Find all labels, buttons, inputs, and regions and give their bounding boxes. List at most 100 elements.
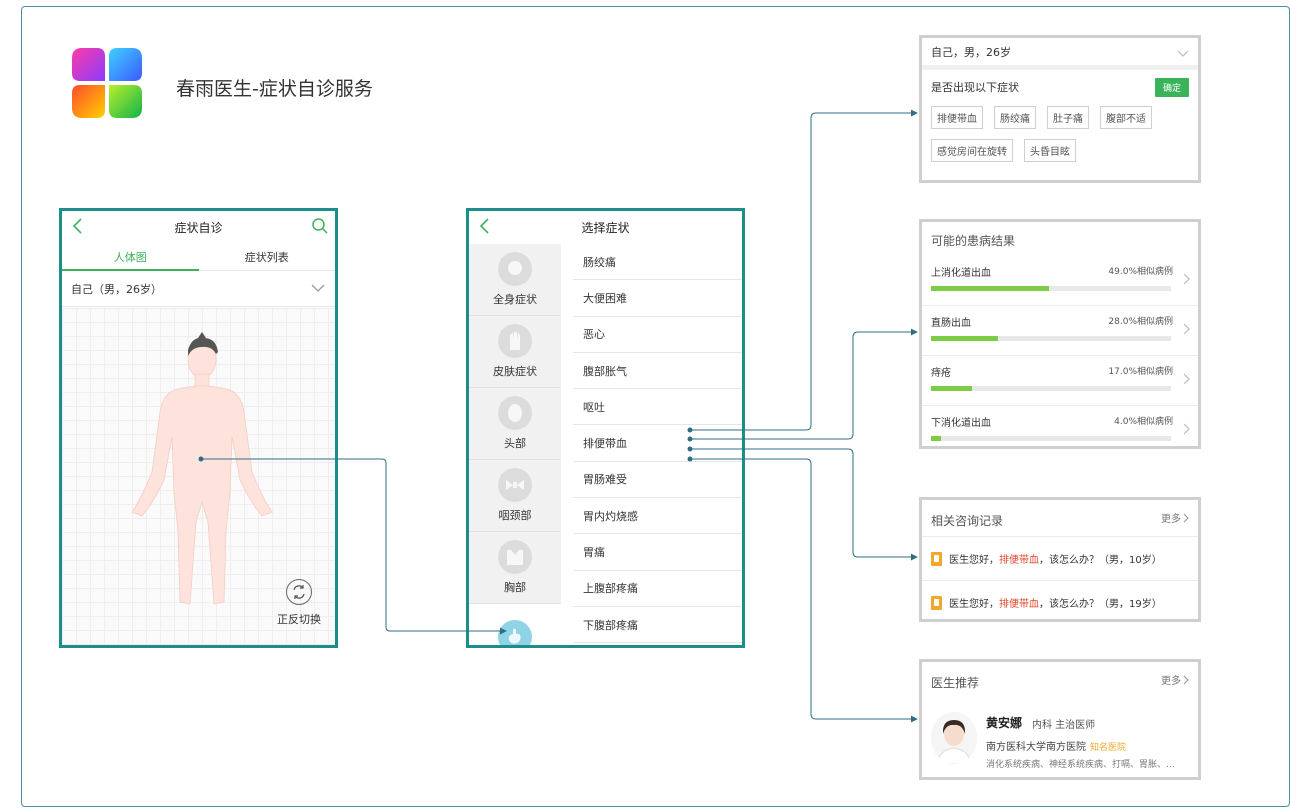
chevron-down-icon xyxy=(1177,50,1189,57)
symptom-item[interactable]: 恶心 xyxy=(573,317,742,353)
symptom-chip[interactable]: 肠绞痛 xyxy=(994,106,1036,129)
profile-label: 自己，男，26岁 xyxy=(931,45,1011,59)
consult-post: ，该怎么办？（男，10岁） xyxy=(1039,555,1162,566)
chevron-right-icon xyxy=(1183,273,1190,285)
card-title: 可能的患病结果 xyxy=(931,234,1016,248)
human-body-figure[interactable] xyxy=(122,332,282,622)
swap-icon xyxy=(286,579,312,605)
category-label: 皮肤症状 xyxy=(493,365,537,378)
doctor-item[interactable]: 黄安娜 内科 主治医师 南方医科大学南方医院 知名医院 消化系统疾病、神经系统疾病… xyxy=(922,698,1198,777)
progress-fill xyxy=(931,436,941,441)
consult-highlight: 排便带血 xyxy=(999,599,1039,610)
symptom-chips: 排便带血 肠绞痛 肚子痛 腹部不适 感觉房间在旋转 头昏目眩 xyxy=(922,104,1192,172)
doctor-name: 黄安娜 xyxy=(986,716,1023,730)
back-arrow-icon[interactable] xyxy=(70,216,88,236)
card-header: 医生推荐 更多 xyxy=(922,662,1198,698)
progress-track xyxy=(931,336,1171,341)
symptom-item[interactable]: 腹部胀气 xyxy=(573,353,742,390)
category-chest[interactable]: 胸部 xyxy=(469,532,561,604)
question-label: 是否出现以下症状 xyxy=(931,81,1019,94)
screen-title: 选择症状 xyxy=(581,220,630,235)
more-link[interactable]: 更多 xyxy=(1161,510,1189,525)
stomach-icon xyxy=(498,620,532,645)
chevron-right-icon xyxy=(1183,423,1190,435)
screen-select-symptom: 选择症状 全身症状 皮肤症状 头部 咽颈部 胸部 肠绞痛 大便困难 恶心 腹部胀… xyxy=(466,208,745,648)
card-consult-records: 相关咨询记录 更多 医生您好， 排便带血 ，该怎么办？（男，10岁） 医生您好， 排便… xyxy=(919,497,1201,622)
tab-body-map[interactable]: 人体图 xyxy=(62,243,199,271)
consult-highlight: 排便带血 xyxy=(999,555,1039,566)
question-row: 是否出现以下症状 确定 xyxy=(922,70,1198,104)
body-map-canvas[interactable]: 正反切换 xyxy=(62,308,335,645)
card-symptom-confirm: 自己，男，26岁 是否出现以下症状 确定 排便带血 肠绞痛 肚子痛 腹部不适 感… xyxy=(919,35,1201,183)
disease-row[interactable]: 痔疮 17.0%相似病例 xyxy=(922,356,1198,406)
doctor-dept-title: 内科 主治医师 xyxy=(1032,720,1096,731)
category-abdomen[interactable] xyxy=(469,604,561,645)
topbar: 症状自诊 xyxy=(62,211,335,243)
symptom-chip[interactable]: 肚子痛 xyxy=(1047,106,1089,129)
category-label: 胸部 xyxy=(504,581,526,594)
symptom-item[interactable]: 呕吐 xyxy=(573,389,742,426)
card-title: 相关咨询记录 xyxy=(931,514,1004,528)
flip-view-button[interactable]: 正反切换 xyxy=(277,579,321,627)
document-icon xyxy=(931,595,942,610)
category-whole-body[interactable]: 全身症状 xyxy=(469,244,561,316)
card-possible-results: 可能的患病结果 上消化道出血 49.0%相似病例 直肠出血 28.0%相似病例 … xyxy=(919,219,1201,449)
symptom-item[interactable]: 肠绞痛 xyxy=(573,244,742,281)
chevron-right-icon xyxy=(1183,373,1190,385)
disease-percent: 28.0%相似病例 xyxy=(1108,317,1173,327)
progress-fill xyxy=(931,386,972,391)
symptom-chip[interactable]: 感觉房间在旋转 xyxy=(931,139,1013,162)
category-label: 头部 xyxy=(504,437,526,450)
category-throat-neck[interactable]: 咽颈部 xyxy=(469,460,561,532)
chevron-right-icon xyxy=(1183,675,1189,684)
category-label: 全身症状 xyxy=(493,293,537,306)
card-title: 医生推荐 xyxy=(931,676,980,690)
consult-pre: 医生您好， xyxy=(949,599,999,610)
category-skin[interactable]: 皮肤症状 xyxy=(469,316,561,388)
more-link[interactable]: 更多 xyxy=(1161,672,1189,687)
doctor-avatar xyxy=(931,712,977,764)
hospital-tag: 知名医院 xyxy=(1090,743,1127,753)
doctor-specialty: 消化系统疾病、神经系统疾病、打嗝、胃胀、... xyxy=(986,760,1175,770)
view-tabs: 人体图 症状列表 xyxy=(62,243,335,271)
symptom-chip[interactable]: 排便带血 xyxy=(931,106,983,129)
chevron-down-icon xyxy=(311,284,325,292)
whole-body-icon xyxy=(498,252,532,286)
results-list: 上消化道出血 49.0%相似病例 直肠出血 28.0%相似病例 痔疮 17.0%… xyxy=(922,256,1198,446)
symptom-chip[interactable]: 头昏目眩 xyxy=(1024,139,1076,162)
profile-selector[interactable]: 自己（男，26岁） xyxy=(62,271,335,307)
symptom-item[interactable]: 胃痛 xyxy=(573,534,742,571)
symptom-item[interactable]: 胃内灼烧感 xyxy=(573,498,742,535)
search-icon[interactable] xyxy=(311,217,329,235)
disease-row[interactable]: 下消化道出血 4.0%相似病例 xyxy=(922,406,1198,446)
progress-track xyxy=(931,436,1171,441)
symptom-item[interactable]: 上腹部疼痛 xyxy=(573,571,742,607)
document-icon xyxy=(931,551,942,566)
disease-row[interactable]: 直肠出血 28.0%相似病例 xyxy=(922,306,1198,356)
progress-fill xyxy=(931,336,999,341)
screen-title: 症状自诊 xyxy=(174,220,223,235)
profile-row[interactable]: 自己，男，26岁 xyxy=(922,38,1198,70)
topbar: 选择症状 xyxy=(469,211,742,243)
symptom-item[interactable]: 胃肠难受 xyxy=(573,462,742,499)
disease-row[interactable]: 上消化道出血 49.0%相似病例 xyxy=(922,256,1198,306)
category-label: 咽颈部 xyxy=(498,509,532,522)
consult-item[interactable]: 医生您好， 排便带血 ，该怎么办？（男，19岁） xyxy=(922,580,1198,619)
app-title: 春雨医生-症状自诊服务 xyxy=(176,78,373,100)
chevron-right-icon xyxy=(1183,513,1189,522)
consult-pre: 医生您好， xyxy=(949,555,999,566)
symptom-item-selected[interactable]: 排便带血 xyxy=(573,425,742,462)
head-icon xyxy=(498,396,532,430)
back-arrow-icon[interactable] xyxy=(477,216,495,236)
symptom-item[interactable]: 下腹部疼痛 xyxy=(573,607,742,644)
category-head[interactable]: 头部 xyxy=(469,388,561,460)
doctor-hospital: 南方医科大学南方医院 xyxy=(986,742,1086,753)
tab-symptom-list[interactable]: 症状列表 xyxy=(199,243,336,270)
confirm-button[interactable]: 确定 xyxy=(1154,78,1189,97)
profile-label: 自己（男，26岁） xyxy=(71,282,162,296)
more-label: 更多 xyxy=(1161,676,1181,687)
symptom-chip[interactable]: 腹部不适 xyxy=(1100,106,1152,129)
flip-label: 正反切换 xyxy=(277,613,321,626)
symptom-item[interactable]: 大便困难 xyxy=(573,280,742,317)
consult-item[interactable]: 医生您好， 排便带血 ，该怎么办？（男，10岁） xyxy=(922,536,1198,580)
